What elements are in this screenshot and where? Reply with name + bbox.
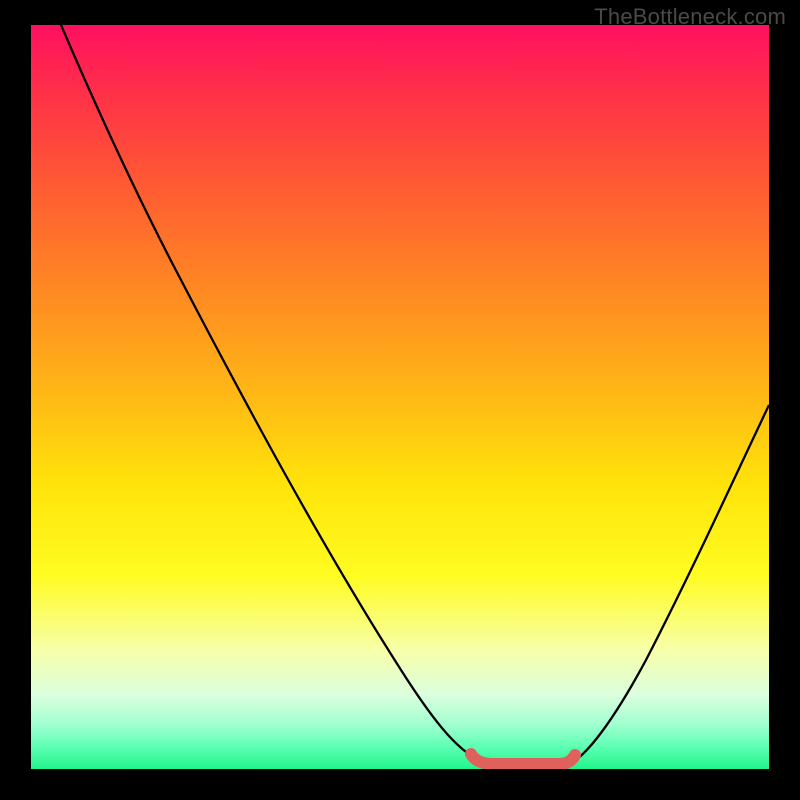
optimal-range-marker	[471, 754, 575, 764]
bottleneck-curve	[61, 25, 769, 768]
watermark-text: TheBottleneck.com	[594, 4, 786, 30]
chart-plot-area	[31, 25, 769, 769]
bottleneck-chart-svg	[31, 25, 769, 769]
